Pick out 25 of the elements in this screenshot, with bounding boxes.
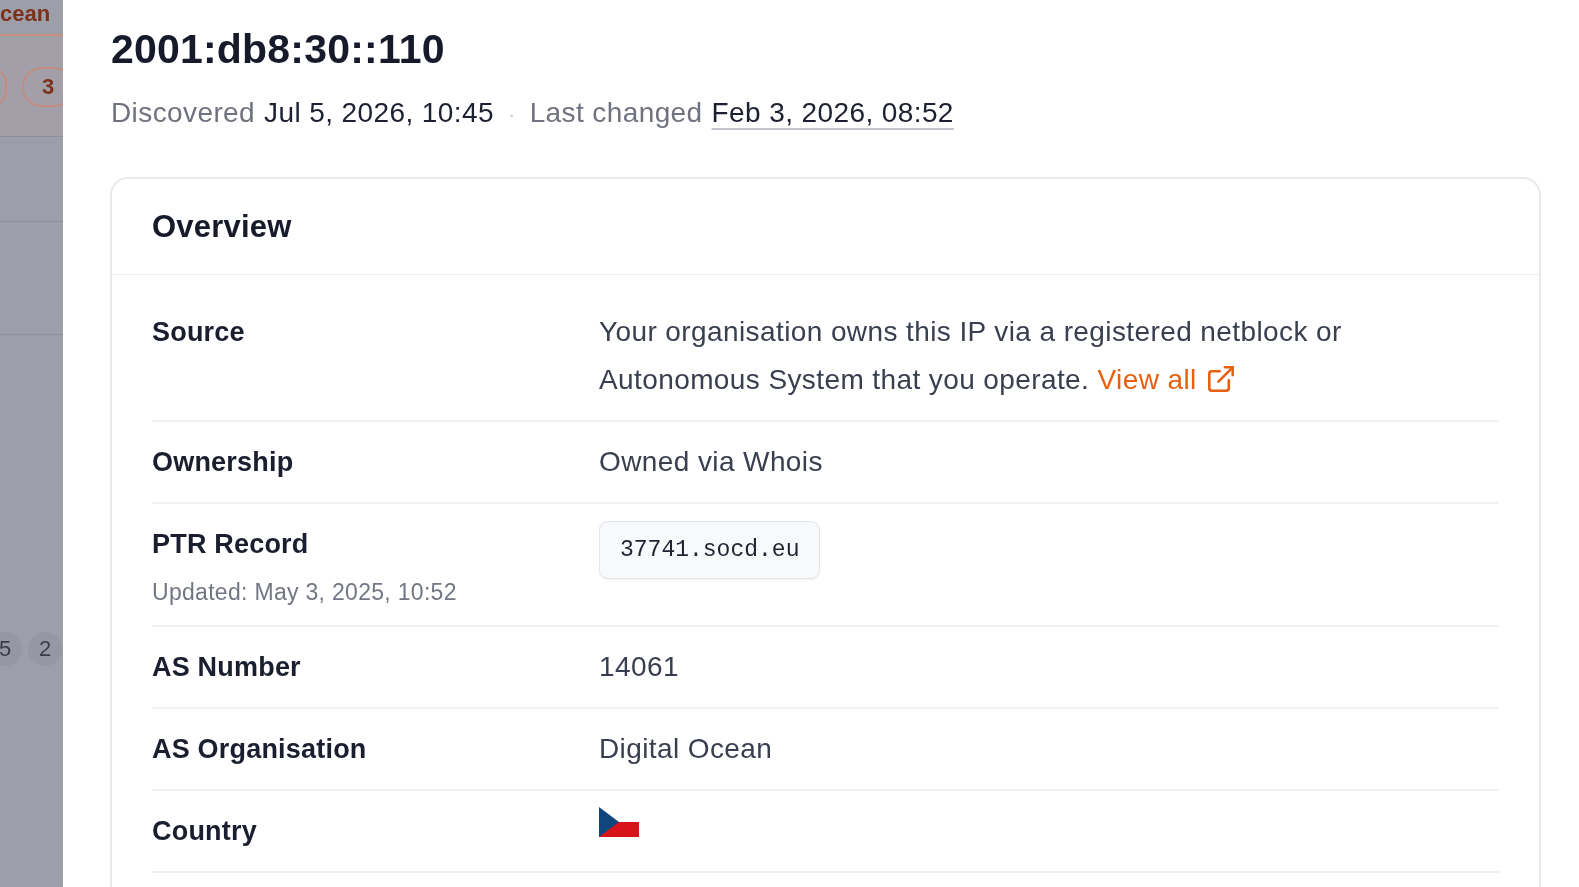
field-label: Source: [152, 316, 246, 349]
flag-icon: [599, 807, 639, 837]
card-title: Overview: [152, 208, 292, 245]
last-changed-label: Last changed: [529, 96, 703, 130]
field-value: 14061: [599, 650, 680, 684]
field-label: PTR Record: [152, 528, 310, 561]
discovered-date: Jul 5, 2026, 10:45: [264, 96, 494, 130]
ptr-value: 37741.socd.eu: [599, 521, 821, 579]
field-label: AS Number: [152, 651, 302, 684]
view-all-link[interactable]: View all: [1097, 364, 1234, 395]
separator-dot: ·: [507, 101, 516, 129]
field-value: Owned via Whois: [599, 445, 824, 479]
discovered-label: Discovered: [111, 96, 256, 130]
count-badge: 5: [0, 632, 22, 666]
count-badge: 2: [28, 632, 62, 666]
field-value: Your organisation owns this IP via a registered netblock or Autonomous System that you operate. View all: [599, 315, 1343, 397]
field-value: Digital Ocean: [599, 732, 774, 766]
external-link-icon: [1207, 366, 1234, 392]
field-label: Ownership: [152, 446, 295, 479]
field-label: AS Organisation: [152, 733, 368, 766]
field-label: Country: [152, 815, 258, 848]
last-changed-date: Feb 3, 2026, 08:52: [711, 96, 954, 130]
updated-note: Updated: May 3, 2025, 10:52: [152, 578, 458, 607]
tab-label: cean: [0, 0, 51, 28]
address-title: 2001:db8:30::110: [111, 25, 446, 74]
